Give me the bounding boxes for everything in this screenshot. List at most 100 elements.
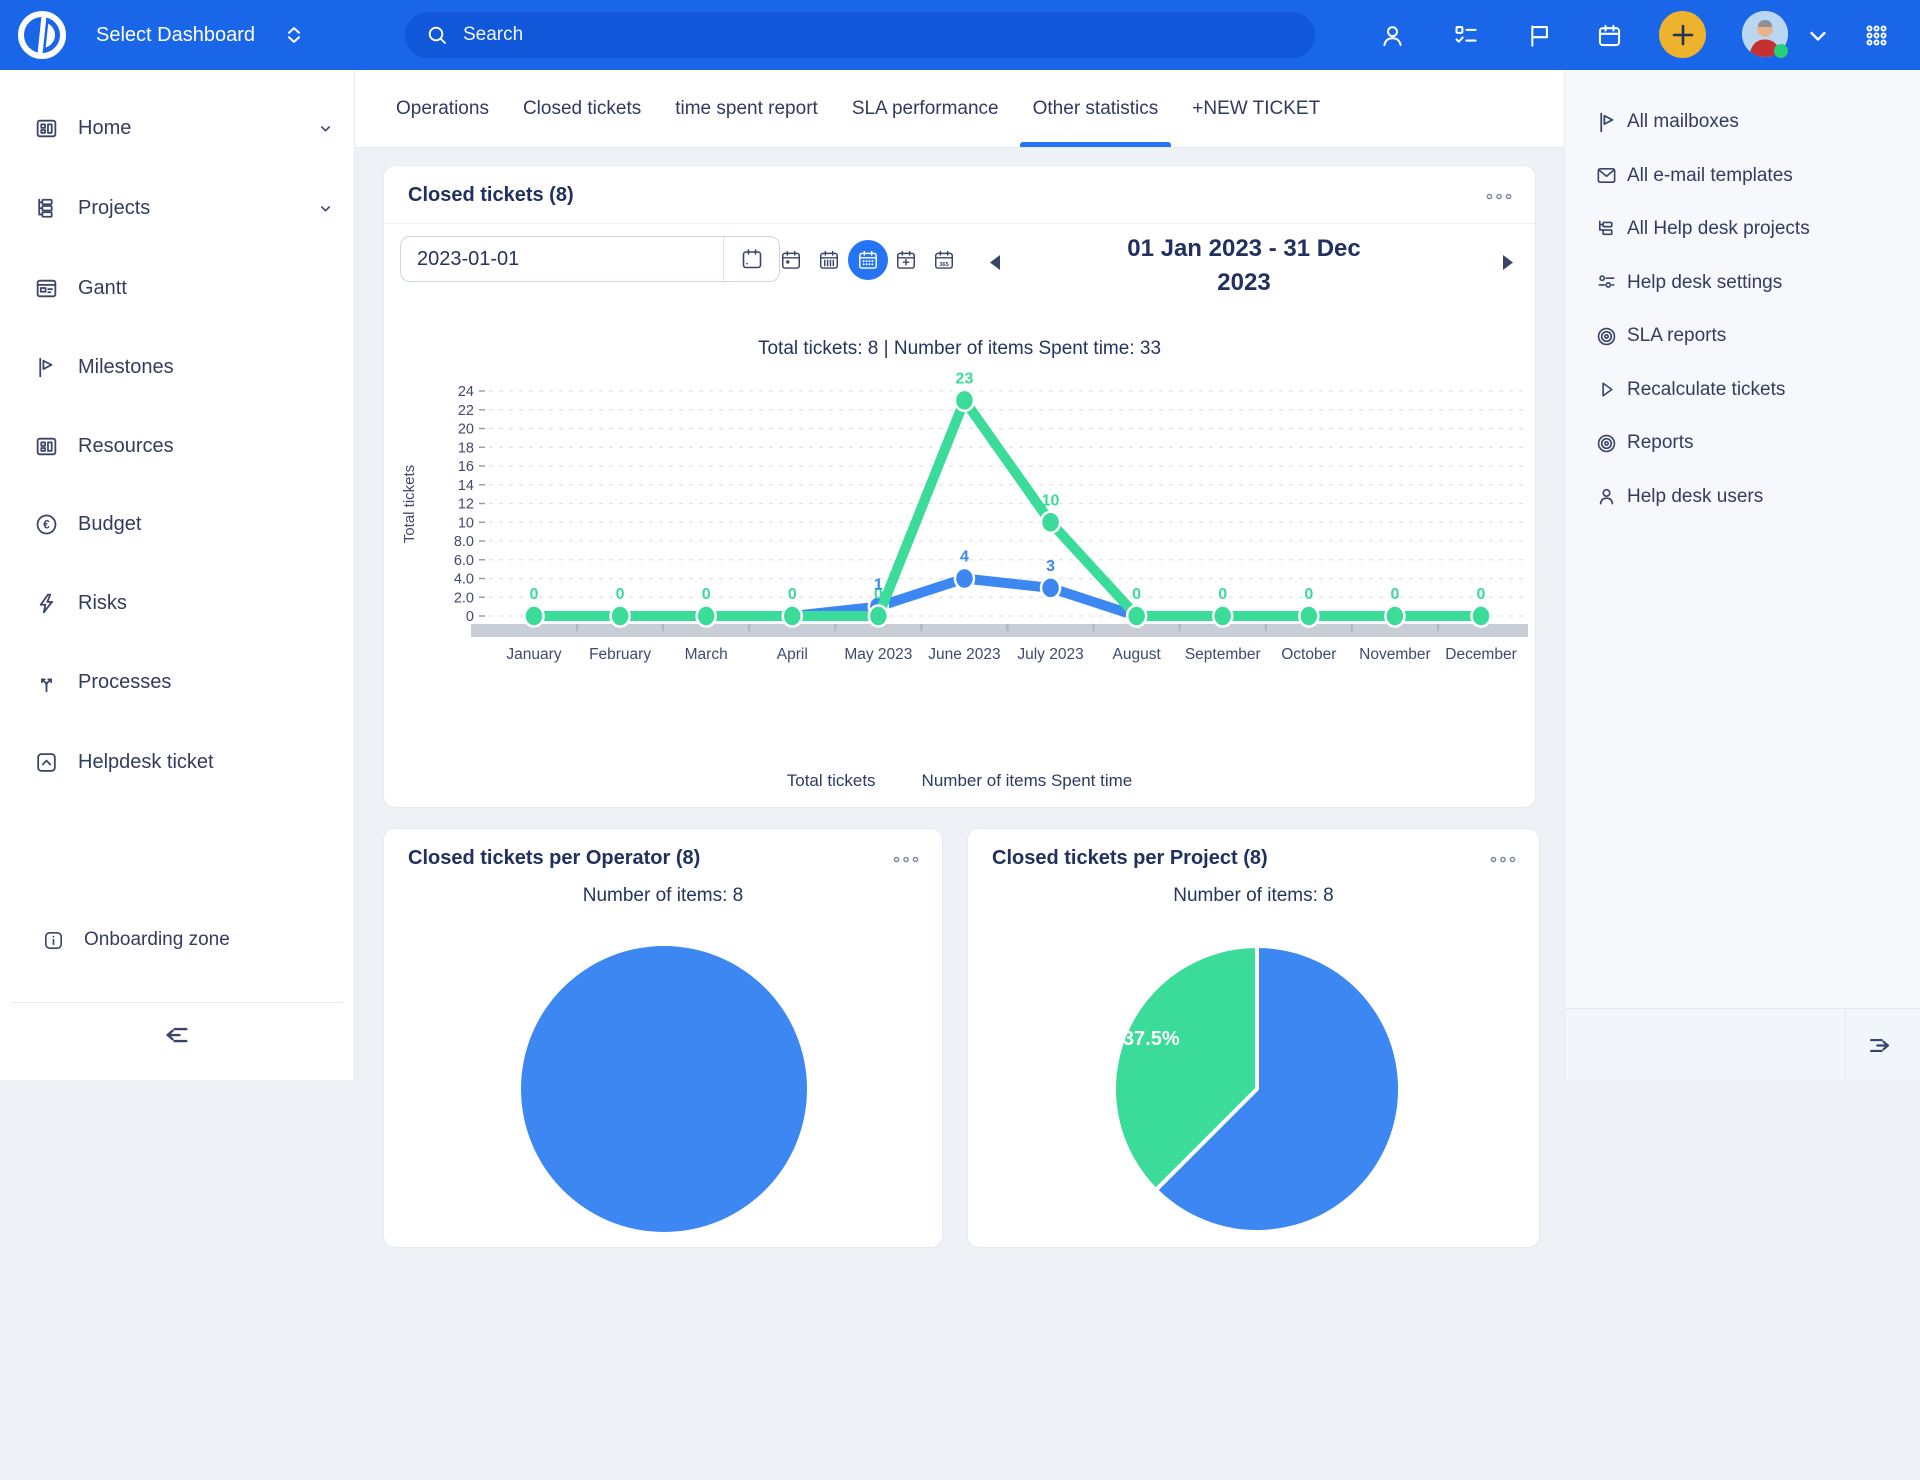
- sidebar-item-label: Budget: [78, 513, 141, 536]
- project-card: 37.5% Closed tickets per Project (8) Num…: [967, 828, 1540, 1248]
- tab-sla-performance[interactable]: SLA performance: [835, 70, 1016, 147]
- prev-period-button[interactable]: [988, 254, 1001, 271]
- main-area: OperationsClosed ticketstime spent repor…: [355, 70, 1564, 1080]
- legend-item[interactable]: Total tickets: [787, 771, 876, 791]
- svg-text:November: November: [1359, 646, 1431, 663]
- card-divider: [384, 223, 1535, 224]
- svg-text:August: August: [1113, 646, 1162, 663]
- view-month-button[interactable]: [848, 240, 888, 280]
- flag-icon: [1595, 110, 1620, 135]
- panel-item-all-mailboxes[interactable]: All mailboxes: [1565, 101, 1920, 143]
- panel-item-sla-reports[interactable]: SLA reports: [1565, 315, 1920, 357]
- svg-text:22: 22: [458, 403, 474, 419]
- card-menu-button[interactable]: [1485, 192, 1513, 201]
- content-area: Closed tickets (8) 365 01 Jan 2023 - 31 …: [355, 148, 1564, 1480]
- sidebar-divider: [12, 1002, 342, 1003]
- panel-item-label: All e-mail templates: [1627, 165, 1793, 187]
- search-input[interactable]: Search: [405, 12, 1315, 58]
- person-icon: [1595, 485, 1618, 508]
- apps-grid-icon[interactable]: [1862, 21, 1891, 50]
- svg-text:0: 0: [1304, 586, 1313, 603]
- dashboard-selector-label: Select Dashboard: [96, 24, 255, 47]
- svg-text:March: March: [685, 646, 728, 663]
- chevron-down-icon[interactable]: [1806, 24, 1830, 48]
- profile-icon[interactable]: [1379, 22, 1406, 49]
- sliders-icon: [1595, 271, 1618, 294]
- sidebar-item-projects[interactable]: Projects: [0, 169, 355, 247]
- sidebar-item-risks[interactable]: Risks: [0, 564, 355, 642]
- search-placeholder: Search: [463, 24, 523, 46]
- dashboard-selector[interactable]: Select Dashboard: [96, 0, 305, 70]
- svg-text:May 2023: May 2023: [844, 646, 912, 663]
- svg-text:June 2023: June 2023: [928, 646, 1000, 663]
- panel-item-recalculate-tickets[interactable]: Recalculate tickets: [1565, 369, 1920, 411]
- view-year-button[interactable]: 365: [927, 243, 961, 277]
- panel-item-help-desk-users[interactable]: Help desk users: [1565, 476, 1920, 518]
- svg-text:0: 0: [1132, 586, 1141, 603]
- collapse-sidebar-button[interactable]: [156, 1014, 198, 1056]
- sidebar-item-milestones[interactable]: Milestones: [0, 328, 355, 406]
- flag-icon[interactable]: [1525, 22, 1552, 49]
- legend-item[interactable]: Number of items Spent time: [922, 771, 1133, 791]
- app-logo[interactable]: [14, 7, 70, 63]
- view-day-button[interactable]: [774, 243, 808, 277]
- svg-text:4: 4: [960, 549, 969, 566]
- left-sidebar: Home Projects GanttMilestones Resources € Bud…: [0, 70, 355, 1080]
- search-icon: [425, 23, 449, 47]
- view-add-period-button[interactable]: [889, 243, 923, 277]
- svg-text:24: 24: [458, 384, 474, 400]
- calendar-icon[interactable]: [1596, 22, 1623, 49]
- sidebar-item-budget[interactable]: € Budget: [0, 485, 355, 563]
- card-menu-button[interactable]: [1489, 855, 1517, 864]
- view-week-button[interactable]: [812, 243, 846, 277]
- next-period-button[interactable]: [1502, 254, 1515, 271]
- svg-text:September: September: [1185, 646, 1261, 663]
- helpdesk-panel: All mailboxes All e-mail templates All Hel…: [1564, 70, 1920, 1080]
- expand-panel-button[interactable]: [1866, 1032, 1893, 1059]
- svg-text:0: 0: [466, 609, 474, 625]
- tab-operations[interactable]: Operations: [379, 70, 506, 147]
- panel-item-label: SLA reports: [1627, 325, 1726, 347]
- svg-text:37.5%: 37.5%: [1123, 1028, 1180, 1050]
- panel-item-reports[interactable]: Reports: [1565, 422, 1920, 464]
- panel-item-help-desk-settings[interactable]: Help desk settings: [1565, 262, 1920, 304]
- sidebar-item-helpdesk-ticket[interactable]: Helpdesk ticket: [0, 723, 355, 801]
- sidebar-item-home[interactable]: Home: [0, 89, 355, 167]
- tab-new-ticket[interactable]: +NEW TICKET: [1175, 70, 1337, 147]
- sidebar-item-label: Projects: [78, 197, 150, 220]
- chevron-down-icon: [318, 201, 333, 216]
- panel-item-all-e-mail-templates[interactable]: All e-mail templates: [1565, 155, 1920, 197]
- sidebar-item-resources[interactable]: Resources: [0, 407, 355, 485]
- date-input[interactable]: [401, 237, 723, 281]
- footer-divider: [1845, 1009, 1846, 1080]
- sidebar-item-label: Resources: [78, 435, 174, 458]
- card-title: Closed tickets per Operator (8): [408, 847, 700, 870]
- panel-item-label: All Help desk projects: [1627, 218, 1810, 240]
- svg-text:1: 1: [874, 577, 883, 594]
- panel-item-all-help-desk-projects[interactable]: All Help desk projects: [1565, 208, 1920, 250]
- task-list-icon[interactable]: [1452, 22, 1479, 49]
- svg-text:0: 0: [530, 586, 539, 603]
- chevron-updown-icon: [283, 24, 305, 46]
- svg-text:4.0: 4.0: [454, 572, 474, 588]
- sidebar-item-onboarding-zone[interactable]: Onboarding zone: [0, 910, 355, 970]
- date-picker-button[interactable]: [723, 237, 779, 281]
- milestone-flag-icon: [34, 355, 59, 380]
- card-menu-button[interactable]: [892, 855, 920, 864]
- tab-time-spent-report[interactable]: time spent report: [658, 70, 835, 147]
- svg-text:January: January: [506, 646, 561, 663]
- svg-text:October: October: [1281, 646, 1336, 663]
- svg-text:18: 18: [458, 440, 474, 456]
- line-chart: Total tickets02.04.06.08.010121416182022…: [394, 366, 1534, 686]
- sidebar-item-processes[interactable]: Processes: [0, 643, 355, 721]
- tab-closed-tickets[interactable]: Closed tickets: [506, 70, 658, 147]
- svg-text:April: April: [777, 646, 808, 663]
- add-button[interactable]: [1659, 11, 1706, 58]
- svg-text:€: €: [43, 517, 50, 531]
- sidebar-item-gantt[interactable]: Gantt: [0, 249, 355, 327]
- svg-text:23: 23: [956, 370, 974, 387]
- budget-euro-icon: €: [34, 512, 59, 537]
- tab-other-statistics[interactable]: Other statistics: [1016, 70, 1176, 147]
- projects-tree-icon: [1595, 218, 1618, 241]
- svg-text:0: 0: [788, 586, 797, 603]
